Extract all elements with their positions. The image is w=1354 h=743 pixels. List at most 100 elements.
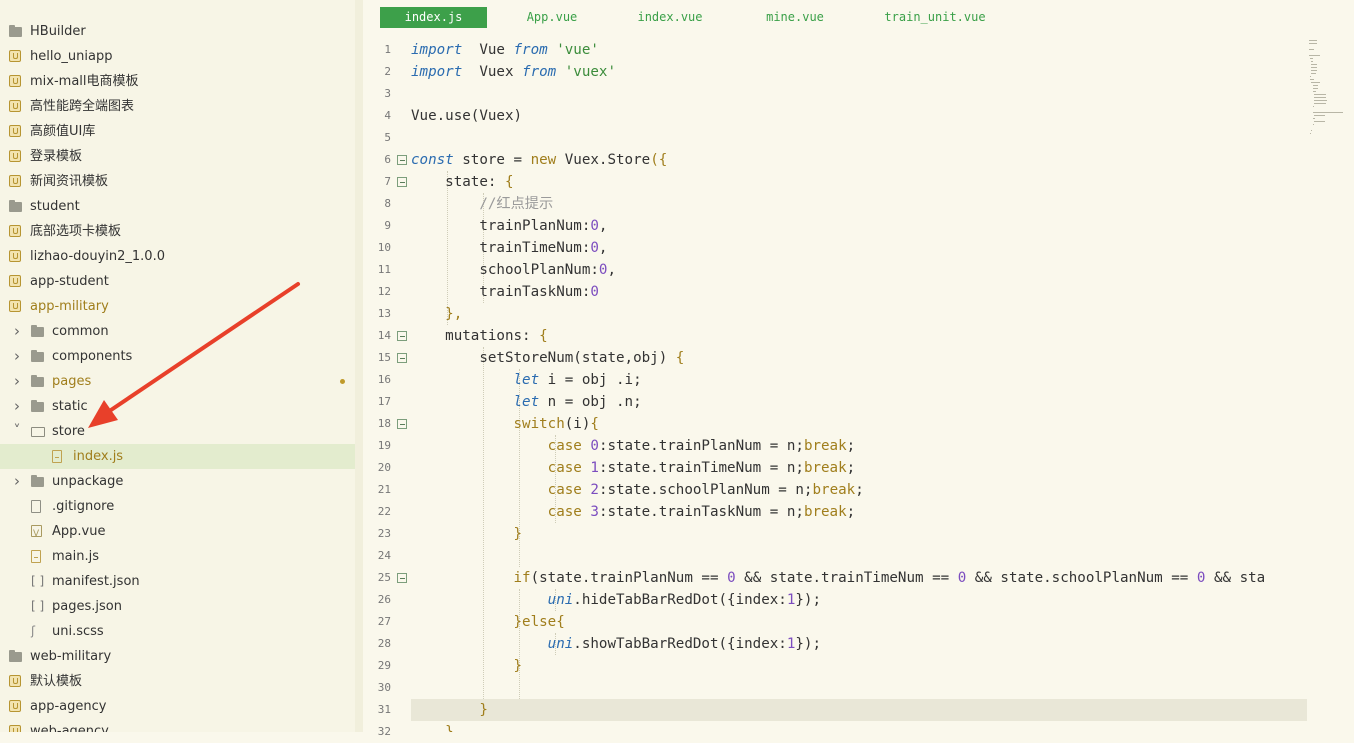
chevron-down-icon[interactable]: ˅: [12, 419, 22, 444]
fold-toggle-icon[interactable]: [397, 419, 407, 429]
tree-item-hbuilder[interactable]: HBuilder: [0, 19, 355, 44]
code-line[interactable]: let i = obj .i;: [411, 369, 642, 391]
code-line[interactable]: //红点提示: [411, 193, 553, 215]
fold-toggle-icon[interactable]: [397, 353, 407, 363]
chevron-right-icon[interactable]: ›: [12, 369, 22, 394]
tree-item-label: store: [52, 419, 85, 444]
code-line[interactable]: },: [411, 303, 462, 325]
tree-item-student[interactable]: student: [0, 194, 355, 219]
tree-item-unpackage[interactable]: ›unpackage: [0, 469, 355, 494]
code-line[interactable]: mutations: {: [411, 325, 548, 347]
code-line[interactable]: schoolPlanNum:0,: [411, 259, 616, 281]
code-line[interactable]: import Vuex from 'vuex': [411, 61, 616, 83]
code-token: case: [411, 460, 582, 476]
tab-mine-vue[interactable]: mine.vue: [751, 7, 839, 28]
tree-item-app-military[interactable]: app-military: [0, 294, 355, 319]
tree-item-app-student[interactable]: app-student: [0, 269, 355, 294]
code-line[interactable]: }: [411, 699, 1307, 721]
tree-item-web-agency[interactable]: web-agency: [0, 719, 355, 732]
code-line[interactable]: let n = obj .n;: [411, 391, 642, 413]
tree-item-hello-uniapp[interactable]: hello_uniapp: [0, 44, 355, 69]
tree-item-components[interactable]: ›components: [0, 344, 355, 369]
uniapp-project-icon: [9, 100, 21, 112]
tree-item-gitignore[interactable]: .gitignore: [0, 494, 355, 519]
tree-item-static[interactable]: ›static: [0, 394, 355, 419]
code-token: {: [590, 416, 599, 432]
line-number: 20: [363, 457, 391, 479]
chevron-right-icon[interactable]: ›: [12, 394, 22, 419]
code-area[interactable]: import Vue from 'vue'import Vuex from 'v…: [411, 38, 1307, 732]
code-token: break: [804, 460, 847, 476]
code-line[interactable]: case 2:state.schoolPlanNum = n;break;: [411, 479, 864, 501]
code-line[interactable]: uni.showTabBarRedDot({index:1});: [411, 633, 821, 655]
tab-index-js[interactable]: index.js: [380, 7, 487, 28]
code-line[interactable]: uni.hideTabBarRedDot({index:1});: [411, 589, 821, 611]
tree-item-web-military[interactable]: web-military: [0, 644, 355, 669]
chevron-right-icon[interactable]: ›: [12, 344, 22, 369]
code-line[interactable]: if(state.trainPlanNum == 0 && state.trai…: [411, 567, 1265, 589]
code-line[interactable]: import Vue from 'vue': [411, 39, 599, 61]
tree-item-pages-json[interactable]: [ ]pages.json: [0, 594, 355, 619]
tree-item-lizhao-douyin2-1-0-0[interactable]: lizhao-douyin2_1.0.0: [0, 244, 355, 269]
tree-item-ui[interactable]: 高颜值UI库: [0, 119, 355, 144]
tree-item-index-js[interactable]: index.js: [0, 444, 355, 469]
line-number: 11: [363, 259, 391, 281]
tree-item-common[interactable]: ›common: [0, 319, 355, 344]
tree-item-label: 登录模板: [30, 144, 82, 169]
tree-item-mix-mall[interactable]: mix-mall电商模板: [0, 69, 355, 94]
tree-item-store[interactable]: ˅ store: [0, 419, 355, 444]
tree-item-app-vue[interactable]: App.vue: [0, 519, 355, 544]
code-token: Vue: [462, 42, 513, 58]
fold-toggle-icon[interactable]: [397, 155, 407, 165]
code-token: new: [531, 152, 557, 168]
tree-item-main-js[interactable]: main.js: [0, 544, 355, 569]
minimap-line: [1313, 118, 1315, 119]
line-number: 17: [363, 391, 391, 413]
tree-item-[interactable]: 新闻资讯模板: [0, 169, 355, 194]
uniapp-project-icon: [9, 175, 21, 187]
tree-item-manifest-json[interactable]: [ ]manifest.json: [0, 569, 355, 594]
code-token: setStoreNum(state,obj): [411, 350, 676, 366]
fold-toggle-icon[interactable]: [397, 177, 407, 187]
tab-app-vue[interactable]: App.vue: [505, 7, 599, 28]
json-file-icon: [ ]: [31, 594, 45, 619]
tree-item-app-agency[interactable]: app-agency: [0, 694, 355, 719]
code-line[interactable]: case 0:state.trainPlanNum = n;break;: [411, 435, 855, 457]
code-line[interactable]: const store = new Vuex.Store({: [411, 149, 667, 171]
code-token: }: [411, 658, 522, 674]
line-number: 6: [363, 149, 391, 171]
tree-item-pages[interactable]: ›pages: [0, 369, 355, 394]
code-line[interactable]: case 3:state.trainTaskNum = n;break;: [411, 501, 855, 523]
tree-item-[interactable]: 默认模板: [0, 669, 355, 694]
tree-item-[interactable]: 高性能跨全端图表: [0, 94, 355, 119]
code-line[interactable]: }: [411, 523, 522, 545]
tree-item-label: 高颜值UI库: [30, 119, 95, 144]
tree-item-uni-scss[interactable]: ʃuni.scss: [0, 619, 355, 644]
code-line[interactable]: trainPlanNum:0,: [411, 215, 607, 237]
code-line[interactable]: }else{: [411, 611, 565, 633]
code-line[interactable]: trainTaskNum:0: [411, 281, 599, 303]
chevron-right-icon[interactable]: ›: [12, 319, 22, 344]
code-line[interactable]: }: [411, 721, 454, 732]
tree-item-[interactable]: 登录模板: [0, 144, 355, 169]
tab-index-vue[interactable]: index.vue: [623, 7, 717, 28]
line-number: 24: [363, 545, 391, 567]
code-line[interactable]: case 1:state.trainTimeNum = n;break;: [411, 457, 855, 479]
fold-toggle-icon[interactable]: [397, 573, 407, 583]
fold-toggle-icon[interactable]: [397, 331, 407, 341]
code-line[interactable]: Vue.use(Vuex): [411, 105, 522, 127]
code-token: break: [812, 482, 855, 498]
code-token: 0: [727, 570, 736, 586]
code-line[interactable]: }: [411, 655, 522, 677]
code-line[interactable]: setStoreNum(state,obj) {: [411, 347, 684, 369]
scss-file-icon: ʃ: [31, 619, 45, 644]
tab-train-unit-vue[interactable]: train_unit.vue: [868, 7, 1002, 28]
code-line[interactable]: trainTimeNum:0,: [411, 237, 607, 259]
chevron-right-icon[interactable]: ›: [12, 469, 22, 494]
code-line[interactable]: switch(i){: [411, 413, 599, 435]
code-line[interactable]: state: {: [411, 171, 514, 193]
sidebar-splitter[interactable]: [355, 0, 363, 732]
minimap[interactable]: [1307, 38, 1354, 198]
tree-item-[interactable]: 底部选项卡模板: [0, 219, 355, 244]
line-number: 19: [363, 435, 391, 457]
